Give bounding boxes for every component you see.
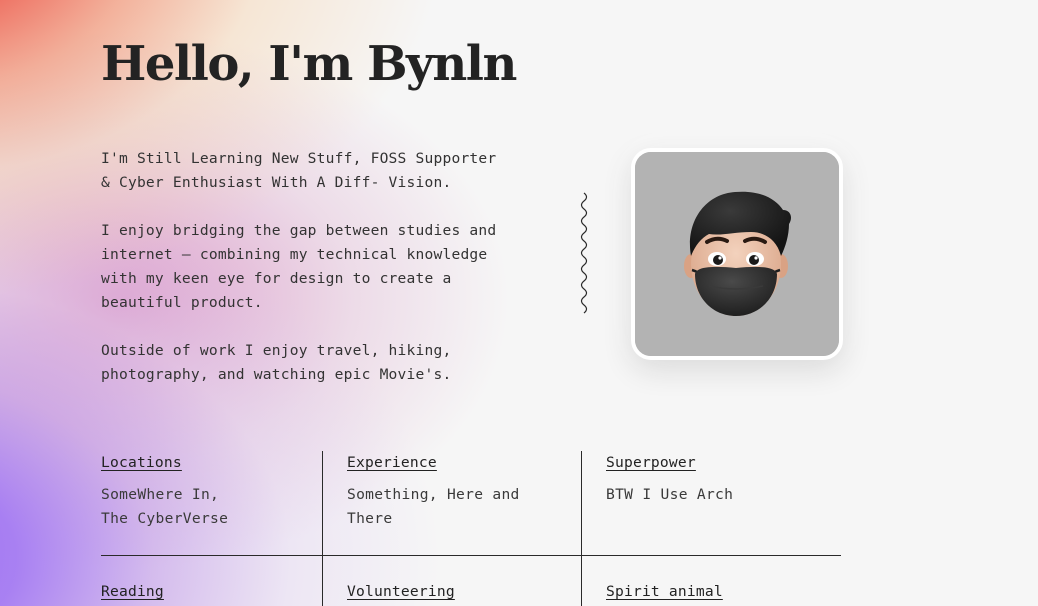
- fact-title-link[interactable]: Volunteering: [347, 580, 572, 604]
- bio-text: I'm Still Learning New Stuff, FOSS Suppo…: [101, 147, 541, 411]
- memoji-avatar-icon: [635, 152, 839, 356]
- fact-title-link[interactable]: Spirit animal: [606, 580, 836, 604]
- fact-title-link[interactable]: Locations: [101, 451, 311, 475]
- facts-grid: Locations SomeWhere In, The CyberVerse E…: [101, 451, 841, 606]
- fact-experience: Experience Something, Here and There: [347, 451, 572, 531]
- fact-title-link[interactable]: Reading: [101, 580, 311, 604]
- fact-reading: Reading: [101, 580, 311, 604]
- bio-paragraph: Outside of work I enjoy travel, hiking, …: [101, 342, 452, 383]
- fact-text: SomeWhere In, The CyberVerse: [101, 486, 229, 527]
- fact-text: BTW I Use Arch: [606, 486, 734, 503]
- squiggle-divider-icon: [580, 192, 588, 314]
- intro-section: Hello, I'm Bynln I'm Still Learning New …: [0, 0, 1038, 606]
- fact-text: Something, Here and There: [347, 486, 520, 527]
- avatar: [631, 148, 843, 360]
- fact-volunteering: Volunteering: [347, 580, 572, 604]
- column-divider: [322, 451, 323, 606]
- page-title: Hello, I'm Bynln: [101, 36, 517, 92]
- bio-paragraph: I'm Still Learning New Stuff, FOSS Suppo…: [101, 150, 497, 191]
- row-divider: [101, 555, 841, 556]
- fact-title-link[interactable]: Superpower: [606, 451, 836, 475]
- fact-superpower: Superpower BTW I Use Arch: [606, 451, 836, 507]
- column-divider: [581, 451, 582, 606]
- fact-title-link[interactable]: Experience: [347, 451, 572, 475]
- fact-spirit-animal: Spirit animal: [606, 580, 836, 604]
- fact-locations: Locations SomeWhere In, The CyberVerse: [101, 451, 311, 531]
- bio-paragraph: I enjoy bridging the gap between studies…: [101, 222, 497, 311]
